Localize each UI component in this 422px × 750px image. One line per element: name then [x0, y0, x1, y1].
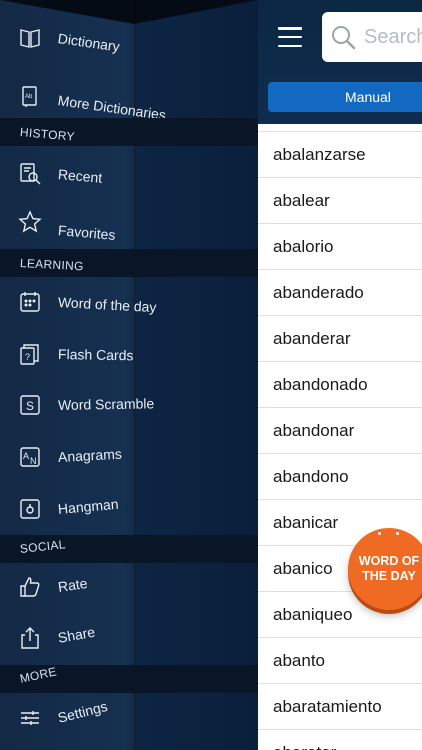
menu-item-settings[interactable]: Settings: [0, 694, 258, 742]
calendar-icon: [18, 290, 42, 314]
section-more-label: MORE: [18, 664, 58, 686]
book-icon: [18, 26, 42, 50]
star-icon: [18, 210, 42, 234]
share-icon: [18, 626, 42, 650]
section-learning: LEARNING: [0, 249, 258, 277]
section-history-label: HISTORY: [19, 125, 76, 144]
word-list: abalanzarse abalear abalorio abanderado …: [258, 124, 422, 750]
manual-button[interactable]: Manual: [268, 82, 422, 112]
svg-text:S: S: [26, 399, 34, 413]
svg-text:?: ?: [25, 352, 30, 362]
menu-item-dictionary[interactable]: Dictionary: [0, 14, 258, 62]
badge-line-2: THE DAY: [362, 569, 416, 583]
menu-label-favorites: Favorites: [57, 222, 117, 243]
flash-cards-icon: ?: [18, 342, 42, 366]
search-icon: [332, 26, 356, 50]
dictionary-main-panel: Search Manual abalanzarse abalear abalor…: [258, 0, 422, 750]
section-social: SOCIAL: [0, 535, 258, 563]
word-row[interactable]: abandono: [258, 454, 422, 500]
menu-item-recent[interactable]: Recent: [0, 150, 258, 198]
settings-sliders-icon: [18, 706, 42, 730]
word-row[interactable]: abandonar: [258, 408, 422, 454]
word-row[interactable]: abaratar: [258, 730, 422, 750]
dictionary-stack-icon: Ab: [18, 84, 42, 108]
hamburger-menu-icon[interactable]: [278, 27, 302, 47]
word-row[interactable]: abalanzarse: [258, 132, 422, 178]
section-history: HISTORY: [0, 118, 258, 146]
menu-label-flash-cards: Flash Cards: [57, 346, 134, 364]
thumbs-up-icon: [18, 575, 42, 599]
word-scramble-icon: S: [18, 393, 42, 417]
menu-item-flash-cards[interactable]: ? Flash Cards: [0, 330, 258, 378]
word-row[interactable]: abandonado: [258, 362, 422, 408]
menu-label-word-scramble: Word Scramble: [57, 395, 155, 413]
menu-label-recent: Recent: [57, 166, 103, 186]
menu-item-word-of-the-day[interactable]: Word of the day: [0, 278, 258, 326]
top-bar: Search Manual: [258, 0, 422, 124]
word-row[interactable]: abalorio: [258, 224, 422, 270]
search-input[interactable]: Search: [322, 12, 422, 62]
section-social-label: SOCIAL: [19, 537, 67, 556]
menu-label-settings: Settings: [56, 697, 110, 726]
anagrams-icon: AN: [18, 445, 42, 469]
menu-item-word-scramble[interactable]: S Word Scramble: [0, 381, 258, 429]
section-more: MORE: [0, 664, 258, 693]
word-row[interactable]: abalear: [258, 178, 422, 224]
svg-text:A: A: [23, 451, 29, 461]
hangman-icon: [18, 497, 42, 521]
recent-search-icon: [18, 162, 42, 186]
menu-item-hangman[interactable]: Hangman: [0, 485, 258, 533]
side-menu: Dictionary Ab More Dictionaries HISTORY …: [0, 0, 258, 750]
word-row[interactable]: abaratamiento: [258, 684, 422, 730]
menu-label-word-of-the-day: Word of the day: [57, 294, 157, 316]
badge-line-1: WORD OF: [358, 554, 420, 568]
manual-button-label: Manual: [345, 89, 391, 105]
svg-text:N: N: [30, 456, 37, 466]
menu-label-rate: Rate: [56, 574, 89, 595]
menu-item-rate[interactable]: Rate: [0, 563, 258, 611]
word-row[interactable]: abanderado: [258, 270, 422, 316]
menu-label-dictionary: Dictionary: [56, 30, 121, 55]
search-placeholder: Search: [364, 26, 422, 48]
menu-item-share[interactable]: Share: [0, 614, 258, 662]
word-row-partial[interactable]: [258, 124, 422, 132]
menu-label-anagrams: Anagrams: [57, 445, 123, 465]
menu-label-hangman: Hangman: [57, 495, 120, 517]
word-of-the-day-badge[interactable]: WORD OF THE DAY: [348, 528, 422, 610]
menu-label-share: Share: [56, 623, 97, 646]
menu-item-anagrams[interactable]: AN Anagrams: [0, 433, 258, 481]
section-learning-label: LEARNING: [19, 256, 85, 274]
menu-item-more-dictionaries[interactable]: Ab More Dictionaries: [0, 72, 258, 123]
menu-item-favorites[interactable]: Favorites: [0, 198, 258, 246]
svg-text:Ab: Ab: [25, 94, 33, 100]
word-row[interactable]: abanderar: [258, 316, 422, 362]
word-row[interactable]: abanto: [258, 638, 422, 684]
